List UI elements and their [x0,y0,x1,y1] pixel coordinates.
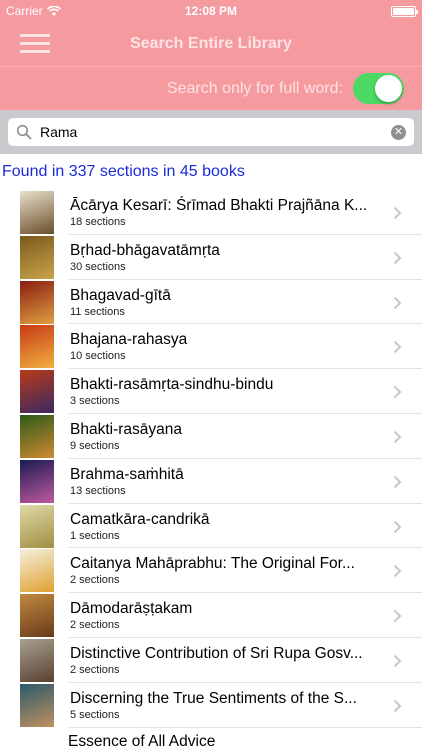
search-field: ✕ [8,118,414,146]
search-input[interactable] [40,124,391,140]
book-row[interactable]: Bṛhad-bhāgavatāmṛta 30 sections [0,235,422,280]
book-row[interactable]: Bhakti-rasāyana 9 sections [0,414,422,459]
book-row-text: Bhagavad-gītā 11 sections [70,286,382,319]
book-section-count: 2 sections [70,663,120,676]
book-title: Discerning the True Sentiments of the S.… [70,689,357,707]
chevron-right-icon [393,520,402,533]
book-title: Bhagavad-gītā [70,286,171,304]
book-cover-image [20,504,54,548]
chevron-right-icon [393,699,402,712]
full-word-switch[interactable] [353,73,404,104]
book-title: Distinctive Contribution of Sri Rupa Gos… [70,644,363,662]
chevron-right-icon [393,296,402,309]
book-cover-image [20,370,54,414]
status-left: Carrier [6,4,61,18]
book-cover-image [20,280,54,324]
book-row[interactable]: Bhakti-rasāmṛta-sindhu-bindu 3 sections [0,369,422,414]
book-title: Brahma-saṁhitā [70,465,184,483]
menu-icon[interactable] [20,32,50,56]
book-section-count: 11 sections [70,305,125,318]
book-cover-image [20,191,54,234]
carrier-label: Carrier [6,4,43,18]
book-title: Essence of All Advice [68,732,216,750]
book-row-text: Caitanya Mahāprabhu: The Original For...… [70,554,382,587]
book-cover-image [20,414,54,458]
chevron-right-icon [393,385,402,399]
chevron-right-icon [393,251,402,265]
book-row[interactable]: Dāmodarāṣṭakam 2 sections [0,593,422,638]
navigation-bar: Search Entire Library [0,22,422,66]
book-title: Ācārya Kesarī: Śrīmad Bhakti Prajñāna K.… [70,197,368,214]
chevron-right-icon [393,341,402,354]
book-title: Bṛhad-bhāgavatāmṛta [70,241,220,259]
book-row[interactable]: Discerning the True Sentiments of the S.… [0,683,422,728]
book-section-count: 10 sections [70,350,126,363]
book-section-count: 5 sections [70,708,120,721]
book-cover-image [20,638,54,682]
status-time: 12:08 PM [184,4,238,18]
book-cover-image [20,594,54,638]
book-list: Ācārya Kesarī: Śrīmad Bhakti Prajñāna K.… [0,190,422,750]
page-title: Search Entire Library [130,35,292,52]
book-title: Bhakti-rasāyana [70,420,183,438]
book-section-count: 18 sections [70,216,126,228]
book-section-count: 13 sections [70,484,126,497]
book-row[interactable]: Brahma-saṁhitā 13 sections [0,459,422,504]
book-cover-image [20,459,54,503]
switch-knob [375,75,402,102]
book-cover-image [20,325,54,369]
book-title: Caitanya Mahāprabhu: The Original For... [70,555,355,573]
wifi-icon [46,5,61,16]
book-cover-image [20,683,54,727]
book-row[interactable]: Bhagavad-gītā 11 sections [0,280,422,325]
chevron-right-icon [393,565,402,578]
chevron-right-icon [393,206,402,220]
book-row[interactable]: Essence of All Advice [0,728,422,750]
book-row-text: Dāmodarāṣṭakam 2 sections [70,599,382,632]
book-title: Camatkāra-candrikā [70,510,210,528]
chevron-right-icon [393,654,402,668]
chevron-right-icon [393,609,402,623]
chevron-right-icon [393,475,402,488]
book-row-text: Bṛhad-bhāgavatāmṛta 30 sections [70,241,382,274]
book-row-text: Bhajana-rahasya 10 sections [70,330,382,363]
book-section-count: 1 sections [70,529,120,542]
book-row-text: Essence of All Advice [68,732,382,750]
book-section-count: 30 sections [70,260,126,273]
book-section-count: 9 sections [70,439,120,452]
book-section-count: 3 sections [70,395,120,408]
result-summary: Found in 337 sections in 45 books [2,163,245,180]
book-row[interactable]: Caitanya Mahāprabhu: The Original For...… [0,548,422,593]
book-row[interactable]: Distinctive Contribution of Sri Rupa Gos… [0,638,422,683]
book-cover-image [20,549,54,593]
status-right [391,5,418,17]
book-row-text: Bhakti-rasāmṛta-sindhu-bindu 3 sections [70,375,382,408]
full-word-label: Search only for full word: [166,79,343,97]
book-cover-image [20,235,54,279]
book-row[interactable]: Camatkāra-candrikā 1 sections [0,504,422,549]
clear-search-icon[interactable]: ✕ [391,124,406,140]
search-icon [16,124,32,140]
book-row-text: Distinctive Contribution of Sri Rupa Gos… [70,644,382,677]
book-section-count: 2 sections [70,574,120,587]
book-row[interactable]: Bhajana-rahasya 10 sections [0,324,422,369]
book-row-text: Brahma-saṁhitā 13 sections [70,465,382,498]
book-section-count: 2 sections [70,619,120,632]
book-row-text: Bhakti-rasāyana 9 sections [70,420,382,453]
status-bar: Carrier 12:08 PM [0,0,422,22]
book-row-text: Discerning the True Sentiments of the S.… [70,689,382,722]
book-row[interactable]: Ācārya Kesarī: Śrīmad Bhakti Prajñāna K.… [0,190,422,235]
book-title: Dāmodarāṣṭakam [70,600,193,618]
battery-icon [391,5,418,17]
full-word-option-row: Search only for full word: [0,66,422,110]
book-title: Bhakti-rasāmṛta-sindhu-bindu [70,376,274,394]
book-row-text: Ācārya Kesarī: Śrīmad Bhakti Prajñāna K.… [70,196,382,229]
search-bar: ✕ [0,110,422,154]
book-title: Bhajana-rahasya [70,331,188,349]
book-row-text: Camatkāra-candrikā 1 sections [70,510,382,543]
chevron-right-icon [393,430,402,444]
